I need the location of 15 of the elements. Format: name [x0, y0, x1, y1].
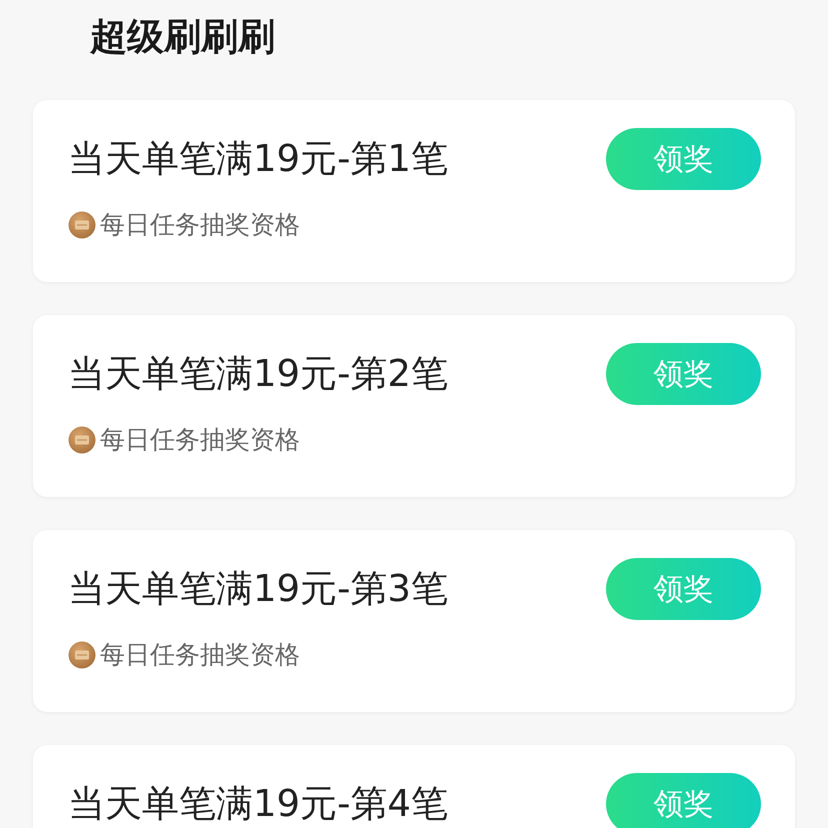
claim-button[interactable]: 领奖 [606, 343, 761, 405]
task-title: 当天单笔满19元-第2笔 [68, 351, 448, 397]
task-title: 当天单笔满19元-第4笔 [68, 781, 448, 827]
coin-icon [68, 640, 96, 668]
task-note: 每日任务抽奖资格 [100, 209, 300, 241]
coin-icon [68, 426, 96, 454]
claim-button[interactable]: 领奖 [606, 773, 761, 828]
coin-icon [68, 210, 96, 238]
claim-button[interactable]: 领奖 [606, 128, 761, 190]
task-note: 每日任务抽奖资格 [100, 639, 300, 671]
page-title: 超级刷刷刷 [90, 14, 275, 60]
task-note: 每日任务抽奖资格 [100, 424, 300, 456]
claim-button[interactable]: 领奖 [606, 558, 761, 620]
task-title: 当天单笔满19元-第1笔 [68, 136, 448, 182]
task-title: 当天单笔满19元-第3笔 [68, 566, 448, 612]
